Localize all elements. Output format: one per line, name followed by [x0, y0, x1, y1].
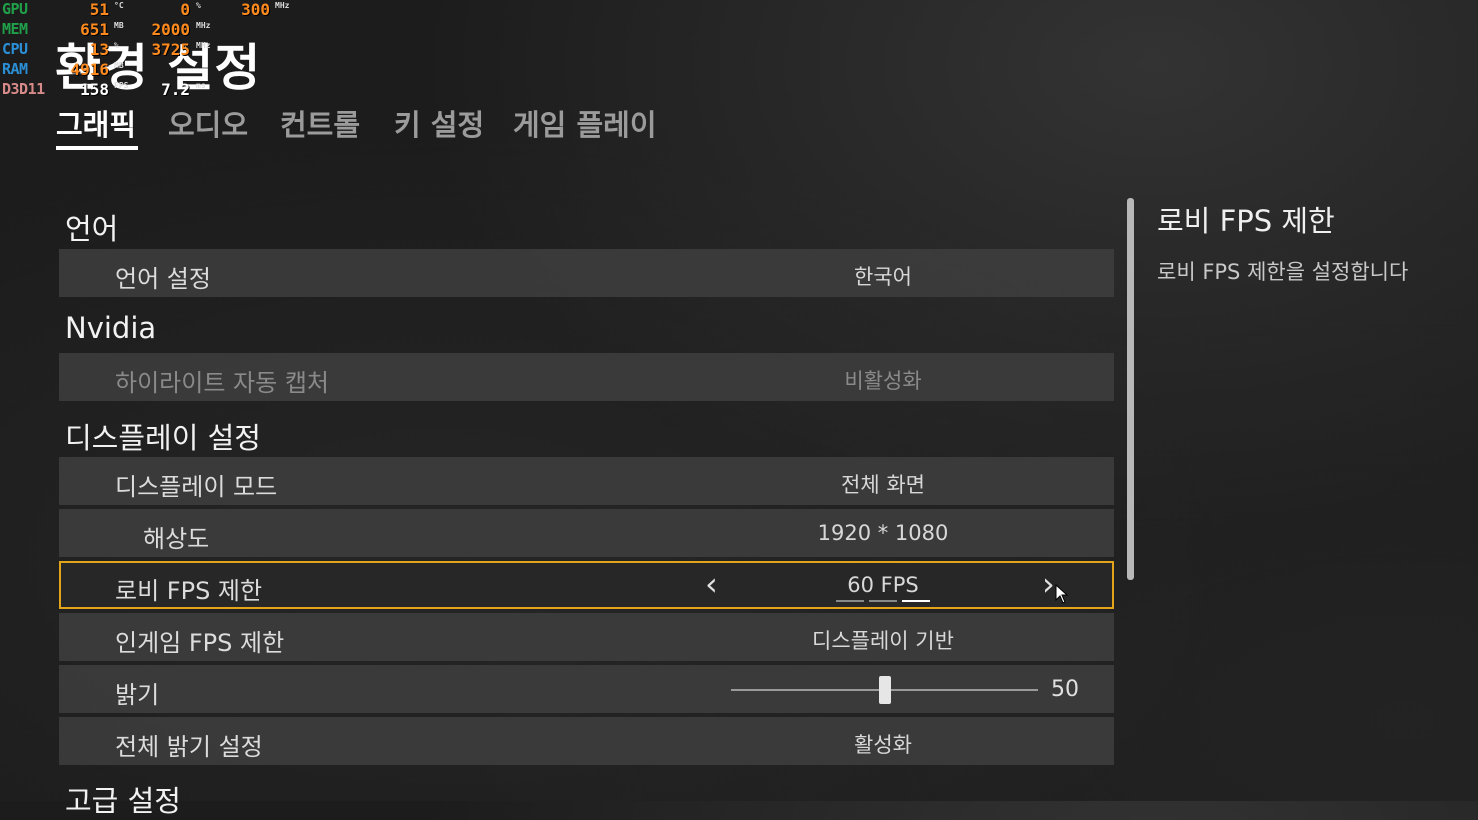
setting-value[interactable]: 한국어: [723, 261, 1043, 291]
setting-label: 전체 밝기 설정: [115, 733, 263, 761]
osd-gpu-clock-unit: MHz: [275, 1, 290, 10]
osd-gpu-temp-unit: °C: [114, 1, 124, 10]
setting-label: 언어 설정: [115, 265, 211, 293]
description-title: 로비 FPS 제한: [1157, 204, 1335, 238]
osd-mem-used: 651: [80, 20, 109, 39]
osd-fps: 158: [80, 80, 109, 99]
description-text: 로비 FPS 제한을 설정합니다: [1157, 260, 1409, 284]
osd-gpu-row: GPU 51 °C 0 % 300 MHz: [2, 0, 302, 20]
osd-cpu-clock-unit: MHz: [196, 41, 211, 50]
osd-gpu-label: GPU: [2, 0, 28, 18]
osd-ram-row: RAM 4916 MB: [2, 60, 302, 80]
osd-frametime-unit: ms: [196, 81, 206, 90]
osd-gpu-clock: 300: [241, 0, 270, 19]
option-indicator: [836, 600, 931, 602]
setting-row-display-mode[interactable]: 디스플레이 모드 전체 화면: [59, 457, 1114, 505]
osd-ram-label: RAM: [2, 60, 28, 78]
tab-graphics[interactable]: 그래픽: [56, 102, 136, 144]
osd-gpu-load-unit: %: [196, 1, 201, 10]
setting-row-highlight-capture: 하이라이트 자동 캡처 비활성화: [59, 353, 1114, 401]
osd-mem-clock: 2000: [151, 20, 190, 39]
osd-mem-used-unit: MB: [114, 21, 124, 30]
osd-fps-unit: FPS: [114, 81, 129, 90]
setting-value: 60 FPS: [847, 573, 919, 597]
osd-ram-used-unit: MB: [114, 61, 124, 70]
osd-cpu-clock: 3725: [151, 40, 190, 59]
osd-cpu-row: CPU 13 % 3725 MHz: [2, 40, 302, 60]
section-display: 디스플레이 설정: [65, 421, 261, 455]
osd-d3d-row: D3D11 158 FPS 7.2 ms: [2, 80, 302, 100]
section-nvidia: Nvidia: [65, 311, 157, 345]
setting-label: 해상도: [143, 525, 210, 553]
tab-gameplay[interactable]: 게임 플레이: [513, 102, 657, 144]
setting-label: 로비 FPS 제한: [115, 577, 263, 605]
osd-frametime: 7.2: [161, 80, 190, 99]
mouse-cursor-icon: [1055, 584, 1069, 604]
chevron-right-icon[interactable]: ›: [1042, 565, 1055, 603]
setting-label: 밝기: [115, 681, 160, 709]
setting-row-resolution[interactable]: 해상도 1920 * 1080: [59, 509, 1114, 557]
setting-row-language[interactable]: 언어 설정 한국어: [59, 249, 1114, 297]
setting-value[interactable]: 활성화: [723, 729, 1043, 759]
brightness-value: 50: [1051, 677, 1079, 702]
setting-row-global-brightness[interactable]: 전체 밝기 설정 활성화: [59, 717, 1114, 765]
osd-gpu-load: 0: [180, 0, 190, 19]
osd-cpu-label: CPU: [2, 40, 28, 58]
setting-row-ingame-fps[interactable]: 인게임 FPS 제한 디스플레이 기반: [59, 613, 1114, 661]
setting-label: 인게임 FPS 제한: [115, 629, 285, 657]
osd-mem-clock-unit: MHz: [196, 21, 211, 30]
tab-keybindings[interactable]: 키 설정: [394, 102, 484, 144]
setting-value[interactable]: 디스플레이 기반: [723, 625, 1043, 655]
osd-cpu-load: 13: [89, 40, 109, 59]
active-tab-underline: [56, 146, 138, 150]
chevron-left-icon[interactable]: ‹: [705, 565, 718, 603]
tab-controls[interactable]: 컨트롤: [280, 102, 360, 144]
setting-label: 하이라이트 자동 캡처: [115, 369, 329, 397]
setting-value: 비활성화: [844, 369, 922, 393]
osd-gpu-temp: 51: [89, 0, 109, 19]
osd-mem-label: MEM: [2, 20, 28, 38]
osd-ram-used: 4916: [70, 60, 109, 79]
setting-value[interactable]: 1920 * 1080: [723, 521, 1043, 545]
osd-cpu-load-unit: %: [114, 41, 119, 50]
settings-scrollbar[interactable]: [1127, 198, 1134, 580]
tab-audio[interactable]: 오디오: [168, 102, 248, 144]
section-advanced: 고급 설정: [65, 784, 181, 818]
setting-row-lobby-fps[interactable]: 로비 FPS 제한 ‹ 60 FPS ›: [59, 561, 1114, 609]
section-language: 언어: [65, 212, 119, 246]
osd-d3d-label: D3D11: [2, 80, 45, 98]
osd-mem-row: MEM 651 MB 2000 MHz: [2, 20, 302, 40]
brightness-slider-handle[interactable]: [878, 676, 891, 704]
setting-label: 디스플레이 모드: [115, 473, 278, 501]
setting-value[interactable]: 전체 화면: [723, 469, 1043, 499]
setting-row-brightness[interactable]: 밝기 50: [59, 665, 1114, 713]
